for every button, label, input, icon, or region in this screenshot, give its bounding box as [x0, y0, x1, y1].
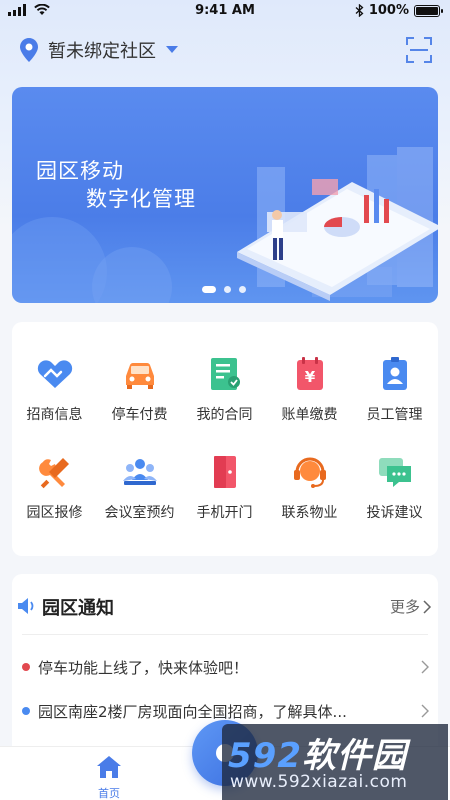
tab-home-label: 首页: [98, 787, 120, 800]
speaker-icon: [18, 598, 34, 614]
feature-label: 手机开门: [196, 505, 253, 521]
watermark-url: www.592xiazai.com: [230, 772, 408, 792]
feature-label: 招商信息: [26, 407, 83, 423]
feature-label: 停车付费: [111, 407, 168, 423]
notice-header: 园区通知 更多: [12, 592, 438, 622]
feature-contact-property[interactable]: 联系物业: [267, 452, 352, 532]
feature-label: 账单缴费: [281, 407, 338, 423]
carousel-dot[interactable]: [224, 286, 231, 293]
employee-icon: [382, 357, 407, 390]
chevron-right-icon: [423, 599, 432, 614]
feature-repair[interactable]: 园区报修: [12, 452, 97, 532]
notice-text: 园区南座2楼厂房现面向全国招商，了解具体...: [38, 702, 347, 721]
banner-title-line2: 数字化管理: [86, 187, 196, 211]
feature-label: 联系物业: [281, 505, 338, 521]
contract-icon: [210, 358, 240, 390]
car-icon: [125, 363, 154, 389]
headset-icon: [293, 457, 326, 488]
watermark-logo: 592软件园: [228, 728, 407, 777]
chat-icon: [378, 458, 411, 487]
feature-label: 投诉建议: [366, 505, 423, 521]
feature-parking-pay[interactable]: 停车付费: [97, 354, 182, 434]
feature-grid: 招商信息 停车付费 我的合同 ¥ 账单缴费 员工管理 园区报修 会议室预约 手机…: [12, 322, 438, 556]
banner-illustration: [12, 147, 438, 303]
svg-text:¥: ¥: [304, 368, 315, 386]
bill-icon: ¥: [296, 357, 323, 390]
community-name: 暂未绑定社区: [48, 41, 156, 62]
notice-item[interactable]: 停车功能上线了，快来体验吧！: [22, 654, 432, 680]
notice-title: 园区通知: [42, 598, 114, 619]
battery-icon: [414, 4, 443, 17]
notice-bullet: [22, 663, 30, 671]
carousel-dot[interactable]: [202, 286, 216, 293]
watermark: 592软件园 www.592xiazai.com: [222, 724, 448, 800]
meeting-icon: [122, 459, 157, 485]
carousel-indicator: [202, 286, 246, 293]
location-pin-icon: [20, 38, 38, 62]
feature-label: 会议室预约: [104, 505, 175, 521]
chevron-right-icon: [421, 660, 429, 674]
banner-title-line1: 园区移动: [36, 159, 124, 183]
feature-meeting-room[interactable]: 会议室预约: [97, 452, 182, 532]
watermark-logo-text: 软件园: [301, 736, 407, 776]
feature-employee-mgmt[interactable]: 员工管理: [352, 354, 437, 434]
feature-label: 我的合同: [196, 407, 253, 423]
battery-percent: 100%: [368, 3, 409, 18]
tab-home[interactable]: 首页: [86, 755, 132, 800]
carousel-dot[interactable]: [239, 286, 246, 293]
repair-icon: [38, 458, 69, 489]
feature-my-contract[interactable]: 我的合同: [182, 354, 267, 434]
feature-bill-payment[interactable]: ¥ 账单缴费: [267, 354, 352, 434]
community-selector[interactable]: 暂未绑定社区: [20, 37, 178, 63]
status-bar: 9:41 AM 100%: [0, 0, 450, 22]
feature-label: 园区报修: [26, 505, 83, 521]
bluetooth-icon: [355, 4, 364, 17]
door-icon: [213, 456, 236, 488]
feature-business-info[interactable]: 招商信息: [12, 354, 97, 434]
divider: [22, 634, 428, 635]
more-link[interactable]: 更多: [390, 596, 432, 617]
caret-down-icon: [166, 46, 178, 53]
chevron-right-icon: [421, 704, 429, 718]
feature-label: 员工管理: [366, 407, 423, 423]
feature-complaint[interactable]: 投诉建议: [352, 452, 437, 532]
more-label: 更多: [389, 598, 420, 616]
notice-text: 停车功能上线了，快来体验吧！: [38, 658, 249, 677]
top-header: 暂未绑定社区: [0, 30, 450, 70]
home-icon: [97, 756, 121, 778]
scan-icon[interactable]: [406, 37, 432, 63]
watermark-logo-number: 592: [228, 736, 302, 776]
notice-bullet: [22, 707, 30, 715]
handshake-icon: [37, 360, 72, 388]
promo-banner[interactable]: 园区移动 数字化管理: [12, 87, 438, 303]
feature-mobile-door[interactable]: 手机开门: [182, 452, 267, 532]
